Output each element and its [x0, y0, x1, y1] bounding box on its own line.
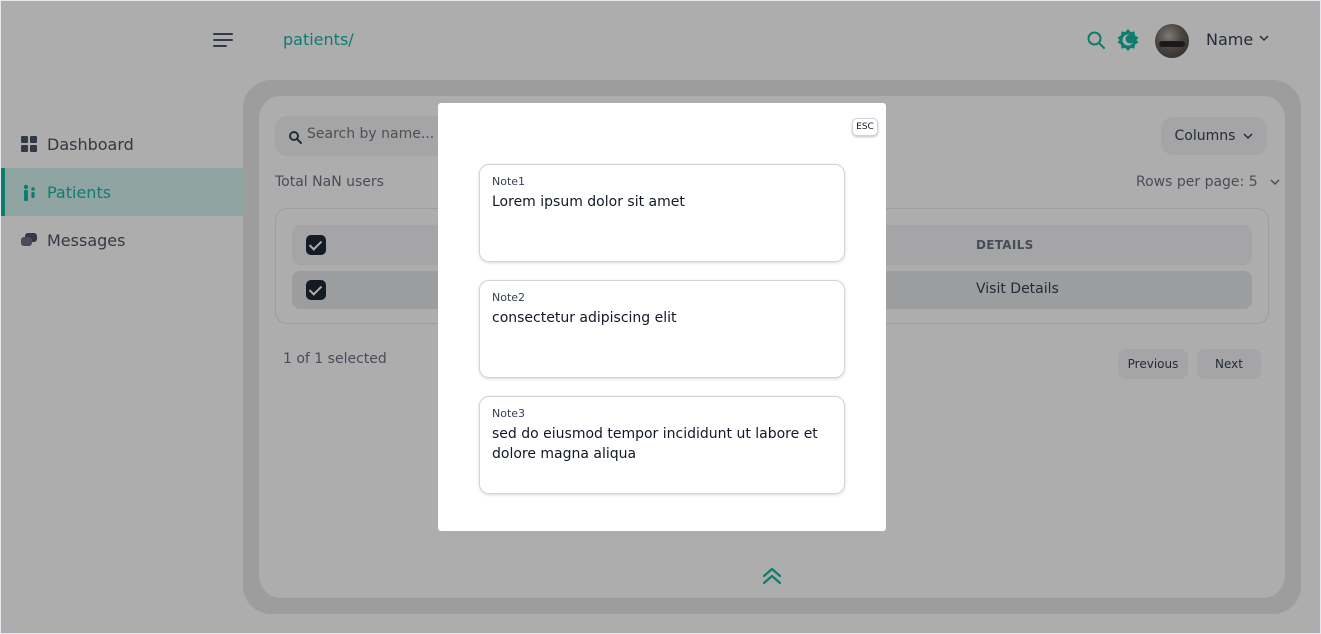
note-text[interactable]: Lorem ipsum dolor sit amet — [492, 192, 832, 212]
note-text[interactable]: consectetur adipiscing elit — [492, 308, 832, 328]
note-label: Note1 — [492, 175, 526, 188]
note-field-3[interactable]: Note3 sed do eiusmod tempor incididunt u… — [479, 396, 845, 494]
note-label: Note2 — [492, 291, 526, 304]
esc-close-button[interactable]: ESC — [852, 118, 878, 136]
note-field-2[interactable]: Note2 consectetur adipiscing elit — [479, 280, 845, 378]
note-label: Note3 — [492, 407, 526, 420]
note-text[interactable]: sed do eiusmod tempor incididunt ut labo… — [492, 424, 832, 464]
note-field-1[interactable]: Note1 Lorem ipsum dolor sit amet — [479, 164, 845, 262]
app-root: patients/ Name Dashboard Patients Messag… — [0, 0, 1321, 634]
